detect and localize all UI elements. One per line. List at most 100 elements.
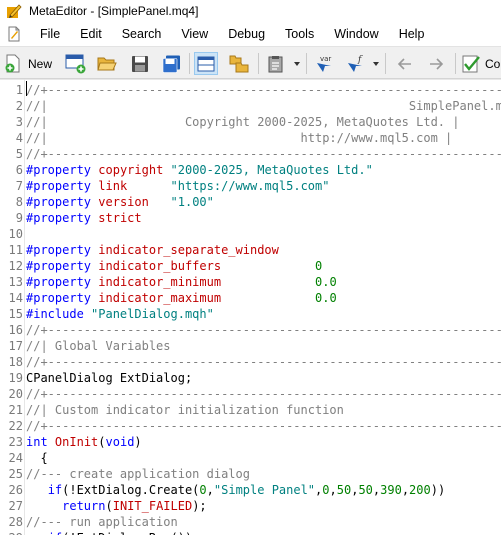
toolbar: New var f Co (0, 46, 501, 79)
code-token: , (329, 483, 337, 497)
menu-help[interactable]: Help (389, 22, 435, 46)
styler-dropdown-arrow[interactable] (294, 62, 300, 66)
code-token: if (48, 531, 62, 535)
code-line[interactable]: 4//| http://www.mql5.com | (0, 130, 501, 146)
code-line[interactable]: 23 int OnInit(void) (0, 434, 501, 450)
menu-view[interactable]: View (171, 22, 218, 46)
line-number: 27 (8, 499, 23, 513)
code-line[interactable]: 17//| Global Variables (0, 338, 501, 354)
forward-button[interactable] (424, 52, 448, 75)
text-cursor (26, 81, 27, 96)
code-line[interactable]: 18//+-----------------------------------… (0, 354, 501, 370)
code-token: version (98, 195, 149, 209)
code-editor[interactable]: 1//+------------------------------------… (0, 79, 501, 535)
new-file-icon (5, 54, 20, 72)
code-token: "Simple Panel" (213, 483, 316, 497)
menu-debug[interactable]: Debug (218, 22, 275, 46)
save-all-button[interactable] (160, 52, 184, 75)
code-token: //+-------------------------------------… (26, 355, 501, 369)
code-line[interactable]: 22//+-----------------------------------… (0, 418, 501, 434)
line-number: 21 (8, 403, 23, 417)
code-token: //+-------------------------------------… (26, 147, 501, 161)
menu-search[interactable]: Search (112, 22, 172, 46)
line-code: //+-------------------------------------… (26, 418, 501, 434)
code-token: //| SimplePanel.mq4 | (26, 99, 501, 113)
new-button[interactable]: New (4, 52, 52, 75)
code-line[interactable]: 13 #property indicator_minimum 0.0 (0, 274, 501, 290)
code-token: 50 (336, 483, 352, 497)
styler-button[interactable] (264, 52, 288, 75)
code-line[interactable]: 28//--- run application (0, 514, 501, 530)
new-project-button[interactable] (64, 52, 88, 75)
code-line[interactable]: 5//+------------------------------------… (0, 146, 501, 162)
toolbox-toggle-button[interactable] (227, 52, 251, 75)
code-token: ); (192, 499, 207, 513)
code-token: indicator_separate_window (98, 243, 279, 257)
toolbar-separator (258, 53, 259, 74)
code-line[interactable]: 16//+-----------------------------------… (0, 322, 501, 338)
code-line[interactable]: 25//--- create application dialog (0, 466, 501, 482)
code-line[interactable]: 26 if(!ExtDialog.Create(0,"Simple Panel"… (0, 482, 501, 498)
code-line[interactable]: 15 #include "PanelDialog.mqh" (0, 306, 501, 322)
line-code: #property strict (26, 210, 142, 226)
variable-icon: var (317, 55, 331, 72)
line-number: 24 (8, 451, 23, 465)
toolbar-separator (455, 53, 456, 74)
line-number: 8 (15, 195, 23, 209)
code-line[interactable]: 11 #property indicator_separate_window (0, 242, 501, 258)
code-token: #property (26, 259, 92, 273)
code-line[interactable]: 3//| Copyright 2000-2025, MetaQuotes Ltd… (0, 114, 501, 130)
code-line[interactable]: 29 if(!ExtDialog.Run()) (0, 530, 501, 535)
code-line[interactable]: 1//+------------------------------------… (0, 82, 501, 98)
function-dropdown-arrow[interactable] (373, 62, 379, 66)
code-token: 50 (358, 483, 373, 497)
code-line[interactable]: 2//| SimplePanel.mq4 | (0, 98, 501, 114)
back-button[interactable] (393, 52, 417, 75)
code-line[interactable]: 9 #property strict (0, 210, 501, 226)
open-button[interactable] (95, 52, 119, 75)
navigator-toggle-button[interactable] (194, 52, 218, 75)
code-line[interactable]: 7 #property link "https://www.mql5.com" (0, 178, 501, 194)
insert-function-button[interactable]: f (345, 52, 369, 75)
code-line[interactable]: 19 CPanelDialog ExtDialog; (0, 370, 501, 386)
metaeditor-app-icon (7, 4, 22, 18)
code-token: //| Copyright 2000-2025, MetaQuotes Ltd.… (26, 115, 460, 129)
line-code: if(!ExtDialog.Create(0,"Simple Panel",0,… (26, 482, 446, 498)
code-token: //+-------------------------------------… (26, 83, 501, 97)
line-code: #property copyright "2000-2025, MetaQuot… (26, 162, 373, 178)
code-token: { (26, 451, 48, 465)
code-token: 0.0 (315, 275, 337, 289)
insert-variable-button[interactable]: var (313, 52, 337, 75)
code-token: #property (26, 211, 92, 225)
code-line[interactable]: 20//+-----------------------------------… (0, 386, 501, 402)
menu-edit[interactable]: Edit (70, 22, 112, 46)
line-number: 12 (8, 259, 23, 273)
code-line[interactable]: 24 { (0, 450, 501, 466)
menu-window[interactable]: Window (324, 22, 388, 46)
line-code: #include "PanelDialog.mqh" (26, 306, 214, 322)
line-code: //| Custom indicator initialization func… (26, 402, 344, 418)
code-token: void (105, 435, 135, 449)
document-icon[interactable] (6, 26, 22, 42)
code-line[interactable]: 8 #property version "1.00" (0, 194, 501, 210)
code-line[interactable]: 10 (0, 226, 501, 242)
compile-button[interactable]: Co (461, 52, 500, 75)
code-line[interactable]: 14 #property indicator_maximum 0.0 (0, 290, 501, 306)
code-line[interactable]: 27 return(INIT_FAILED); (0, 498, 501, 514)
code-line[interactable]: 21//| Custom indicator initialization fu… (0, 402, 501, 418)
code-line[interactable]: 12 #property indicator_buffers 0 (0, 258, 501, 274)
menu-tools[interactable]: Tools (275, 22, 324, 46)
code-token: indicator_maximum (98, 291, 222, 305)
line-code: #property indicator_separate_window (26, 242, 279, 258)
code-token: #property (26, 195, 92, 209)
code-token: #include (26, 307, 84, 321)
code-token: return (62, 499, 106, 513)
menu-file[interactable]: File (30, 22, 70, 46)
line-code: #property indicator_buffers 0 (26, 258, 322, 274)
save-button[interactable] (128, 52, 152, 75)
code-token: , (206, 483, 214, 497)
code-line[interactable]: 6 #property copyright "2000-2025, MetaQuo… (0, 162, 501, 178)
